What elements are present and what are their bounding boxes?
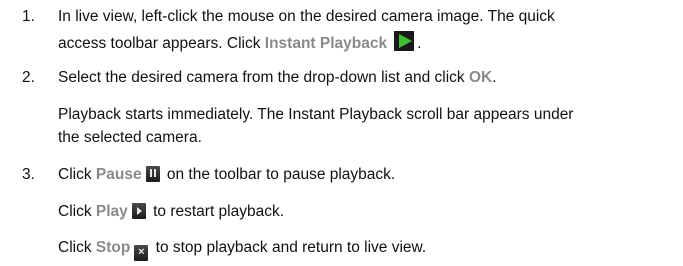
step-1-line-2: access toolbar appears. Click Instant Pl… [58, 31, 421, 55]
step-3-play-line: Click Play to restart playback. [58, 201, 284, 223]
step-number-2: 2. [22, 69, 35, 86]
step-1-line-1: In live view, left-click the mouse on th… [58, 8, 555, 25]
step-2-period: . [492, 69, 497, 86]
stop-icon: × [134, 245, 149, 261]
step-1-period: . [417, 35, 422, 52]
step-3-stop-line: Click Stop × to stop playback and return … [58, 237, 426, 261]
play-label: Play [95, 203, 128, 220]
step-3-pause-tail: on the toolbar to pause playback. [166, 166, 396, 183]
step-3-stop-text: Click [58, 239, 96, 256]
step-number-1: 1. [22, 8, 35, 25]
play-icon [131, 203, 146, 219]
step-2-text: Select the desired camera from the drop-… [58, 69, 469, 86]
step-1-text: access toolbar appears. Click [58, 35, 265, 52]
step-2-note-line-2: the selected camera. [58, 129, 202, 146]
step-2-line-1: Select the desired camera from the drop-… [58, 67, 497, 89]
ok-label: OK [468, 69, 493, 86]
instant-playback-label: Instant Playback [264, 35, 388, 52]
pause-label: Pause [95, 166, 142, 183]
step-3-play-text: Click [58, 203, 96, 220]
stop-label: Stop [95, 239, 131, 256]
instant-playback-icon [394, 31, 415, 51]
step-number-3: 3. [22, 166, 35, 183]
step-3-stop-tail: to stop playback and return to live view… [155, 239, 427, 256]
step-2-note-line-1: Playback starts immediately. The Instant… [58, 106, 574, 123]
step-3-pause-text: Click [58, 166, 96, 183]
pause-icon [145, 166, 160, 182]
step-3-play-tail: to restart playback. [153, 203, 285, 220]
step-3-pause-line: Click Pause on the toolbar to pause play… [58, 164, 395, 186]
